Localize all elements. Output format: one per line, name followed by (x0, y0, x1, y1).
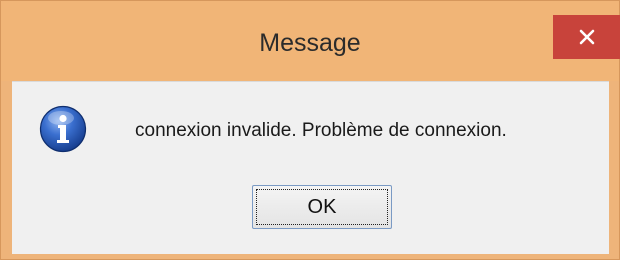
close-button[interactable] (553, 15, 620, 59)
ok-button-label: OK (307, 196, 337, 218)
close-icon (579, 29, 595, 45)
ok-button[interactable]: OK (252, 185, 392, 229)
message-text: connexion invalide. Problème de connexio… (135, 120, 507, 141)
message-dialog-window: Message connexion invalide. Problème de … (0, 0, 620, 260)
window-title: Message (259, 29, 361, 57)
dialog-body: connexion invalide. Problème de connexio… (12, 81, 609, 254)
info-icon (39, 105, 87, 153)
titlebar[interactable]: Message (1, 1, 620, 81)
